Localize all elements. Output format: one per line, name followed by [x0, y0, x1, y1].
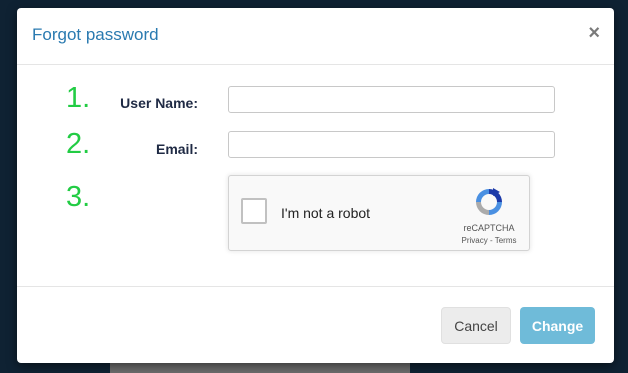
recaptcha-brand-text: reCAPTCHA [463, 223, 515, 233]
change-button[interactable]: Change [520, 307, 595, 344]
email-input[interactable] [228, 131, 555, 158]
forgot-password-dialog: Forgot password × 1. 2. 3. User Name: Em… [17, 8, 614, 363]
step-number-3: 3. [66, 181, 91, 213]
username-label: User Name: [120, 95, 198, 111]
dialog-footer: Cancel Change [17, 286, 614, 364]
recaptcha-logo-icon [476, 188, 502, 215]
step-number-2: 2. [66, 128, 91, 160]
recaptcha-widget: I'm not a robot reCAPTCHA Privacy - Term… [228, 175, 530, 251]
recaptcha-privacy-terms-links[interactable]: Privacy - Terms [449, 236, 529, 245]
dialog-title: Forgot password [32, 25, 159, 44]
recaptcha-checkbox[interactable] [241, 198, 267, 224]
email-label: Email: [155, 141, 198, 157]
step-number-1: 1. [66, 82, 91, 114]
close-icon[interactable]: × [588, 22, 600, 44]
dialog-header: Forgot password × [17, 8, 614, 65]
cancel-button[interactable]: Cancel [441, 307, 511, 344]
username-input[interactable] [228, 86, 555, 113]
recaptcha-label: I'm not a robot [281, 205, 371, 221]
